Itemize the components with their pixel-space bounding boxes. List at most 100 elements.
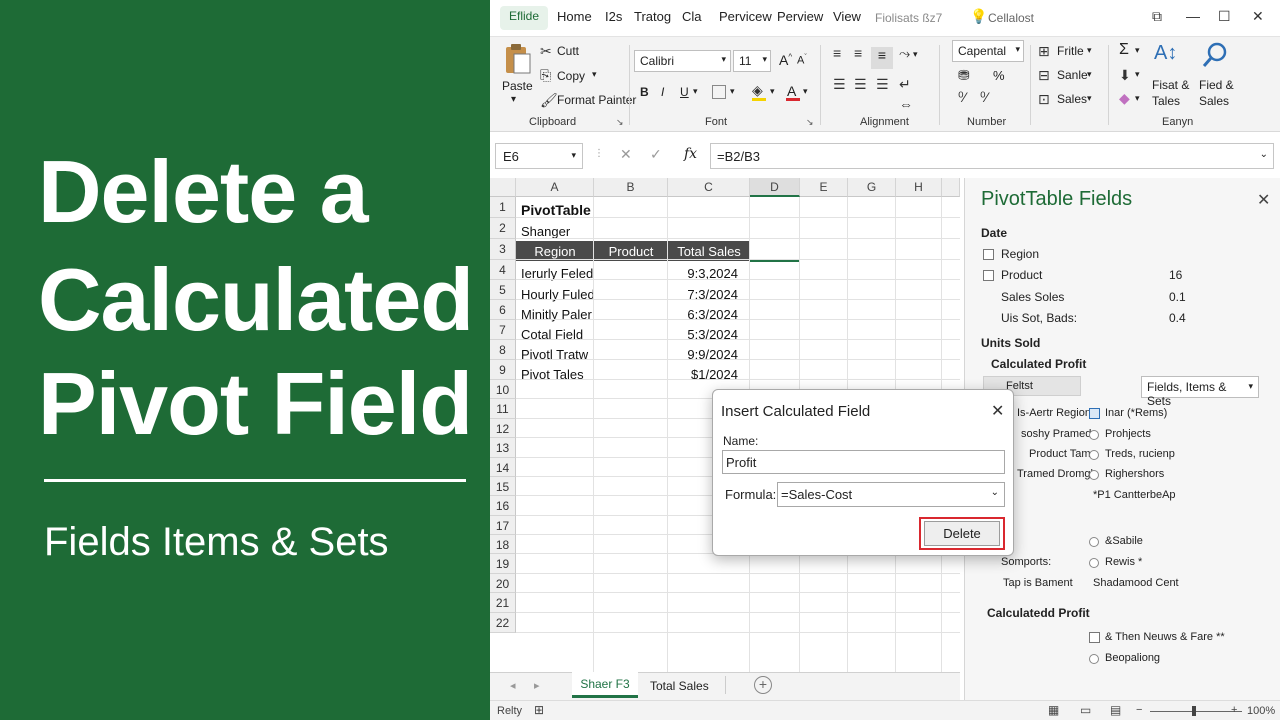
scroll-left-icon[interactable]: ◂ [510,679,516,692]
cell-a2[interactable]: Shanger [521,221,570,239]
tab-extra[interactable]: Fiolisats ßz7 [875,11,942,25]
row-header[interactable]: 18 [490,535,516,554]
list2-right-item[interactable]: Rewis * [1105,556,1142,568]
zoom-slider[interactable] [1150,711,1242,712]
autosum-button[interactable]: Σ [1119,41,1129,59]
list-right-item[interactable]: Inar (*Rems) [1105,407,1167,419]
copy-dropdown-icon[interactable]: ▾ [592,69,597,80]
cells-item-1[interactable]: Fritle [1057,44,1084,58]
clear-icon[interactable]: ◆ [1119,90,1130,107]
name-box[interactable]: E6 ▾ [495,143,583,169]
clear-dropdown-icon[interactable]: ▾ [1135,93,1140,104]
align-bottom-icon[interactable]: ≡ [871,47,893,69]
row-header[interactable]: 9 [490,360,516,380]
paste-button[interactable]: Paste [502,79,533,93]
tab-review[interactable]: Perview [777,9,823,24]
font-color-icon[interactable]: A [787,83,796,99]
font-color-dropdown-icon[interactable]: ▾ [803,86,808,97]
fill-color-icon[interactable]: ◈ [752,82,763,99]
sheet-tab-active[interactable]: Shaer F3 [572,672,638,698]
percent-button[interactable]: % [993,68,1005,83]
cancel-icon[interactable]: ✕ [620,146,632,163]
option-radio[interactable] [1089,450,1099,460]
fill-down-icon[interactable]: ⬇ [1119,67,1131,84]
list3-item[interactable]: & Then Neuws & Fare ** [1105,631,1225,643]
field-checkbox[interactable] [983,249,994,260]
list-right-item[interactable]: Righershors [1105,468,1164,480]
row-header[interactable]: 21 [490,593,516,613]
tab-formulas[interactable]: Pervicew [719,9,772,24]
column-header[interactable]: B [594,178,668,197]
row-header[interactable]: 16 [490,496,516,516]
copy-button[interactable]: Copy [557,69,585,83]
list-right-item[interactable]: Prohjects [1105,428,1151,440]
option-radio[interactable] [1089,470,1099,480]
sort-filter-label-1[interactable]: Fisat & [1152,78,1189,92]
option-radio[interactable] [1089,558,1099,568]
row-header[interactable]: 17 [490,516,516,535]
row-header[interactable]: 7 [490,320,516,340]
formula-select[interactable]: =Sales-Cost ⌄ [777,482,1005,507]
option-checkbox-checked[interactable] [1089,408,1100,419]
find-select-label-1[interactable]: Fied & [1199,78,1234,92]
cells-item-3-dropdown-icon[interactable]: ▾ [1087,93,1092,104]
increase-decimal-icon[interactable]: ⁰⁄ [958,89,966,106]
row-header[interactable]: 14 [490,458,516,477]
field-label[interactable]: Region [1001,247,1039,261]
dialog-launcher-icon[interactable]: ↘ [616,117,624,128]
number-format-select[interactable]: Capental ▾ [952,40,1024,62]
normal-view-icon[interactable]: ▦ [1048,703,1059,717]
list-left-item[interactable]: soshy Pramed [1021,428,1091,440]
wrap-text-icon[interactable]: ↵ [899,76,911,93]
zoom-in-icon[interactable]: + [1231,704,1237,716]
row-header[interactable]: 12 [490,419,516,438]
pivot-header-product[interactable]: Product [594,244,668,259]
cut-button[interactable]: Cutt [557,44,579,58]
sort-filter-label-2[interactable]: Tales [1152,94,1180,108]
row-header[interactable]: 15 [490,477,516,496]
column-header[interactable]: D [750,178,800,197]
row-header[interactable]: 1 [490,197,516,218]
align-center-icon[interactable]: ☰ [854,76,867,93]
list-left-item[interactable]: Tramed Dromgh [1017,468,1097,480]
bold-button[interactable]: B [640,85,649,99]
formula-input[interactable]: =B2/B3 ⌄ [710,143,1274,169]
row-header[interactable]: 19 [490,554,516,574]
fill-dropdown-icon[interactable]: ▾ [770,86,775,97]
column-header[interactable]: A [516,178,594,197]
row-header[interactable]: 22 [490,613,516,633]
column-header[interactable]: C [668,178,750,197]
format-painter-button[interactable]: Format Painter [557,93,636,107]
tab-file[interactable]: Eflide [500,6,549,30]
font-size-select[interactable]: 11 ▾ [733,50,771,72]
restore-ribbon-icon[interactable]: ⧉ [1152,8,1162,25]
accessibility-icon[interactable]: ⊞ [534,703,544,717]
column-header[interactable]: E [800,178,848,197]
align-right-icon[interactable]: ☰ [876,76,889,93]
find-select-label-2[interactable]: Sales [1199,94,1229,108]
borders-icon[interactable] [712,85,726,99]
list2-right-item[interactable]: &Sabile [1105,535,1143,547]
list-left-item[interactable]: Product Tame [1029,448,1097,460]
row-header[interactable]: 8 [490,340,516,360]
underline-button[interactable]: U [680,85,689,99]
sheet-tab[interactable]: Total Sales [650,679,709,693]
paste-icon[interactable] [502,43,532,75]
tell-me-search[interactable]: Cellalost [988,11,1034,25]
row-header[interactable]: 3 [490,239,516,260]
option-radio[interactable] [1089,430,1099,440]
grow-font-button[interactable]: A^ [779,52,792,68]
option-checkbox[interactable] [1089,632,1100,643]
row-header[interactable]: 10 [490,380,516,399]
field-label[interactable]: Product [1001,268,1042,282]
option-radio[interactable] [1089,654,1099,664]
row-header[interactable]: 11 [490,399,516,419]
zoom-out-icon[interactable]: − [1136,704,1142,716]
tab-draw[interactable]: Tratog [634,9,671,24]
fields-items-sets-dropdown[interactable]: Fields, Items & Sets ▾ [1141,376,1259,408]
cells-item-2-dropdown-icon[interactable]: ▾ [1087,69,1092,80]
list-right-item[interactable]: *P1 CantterbeAp [1093,489,1176,501]
field-label[interactable]: Uis Sot, Bads: [1001,311,1077,325]
tab-insert[interactable]: I2s [605,9,622,24]
pane-close-icon[interactable]: ✕ [1257,190,1270,210]
